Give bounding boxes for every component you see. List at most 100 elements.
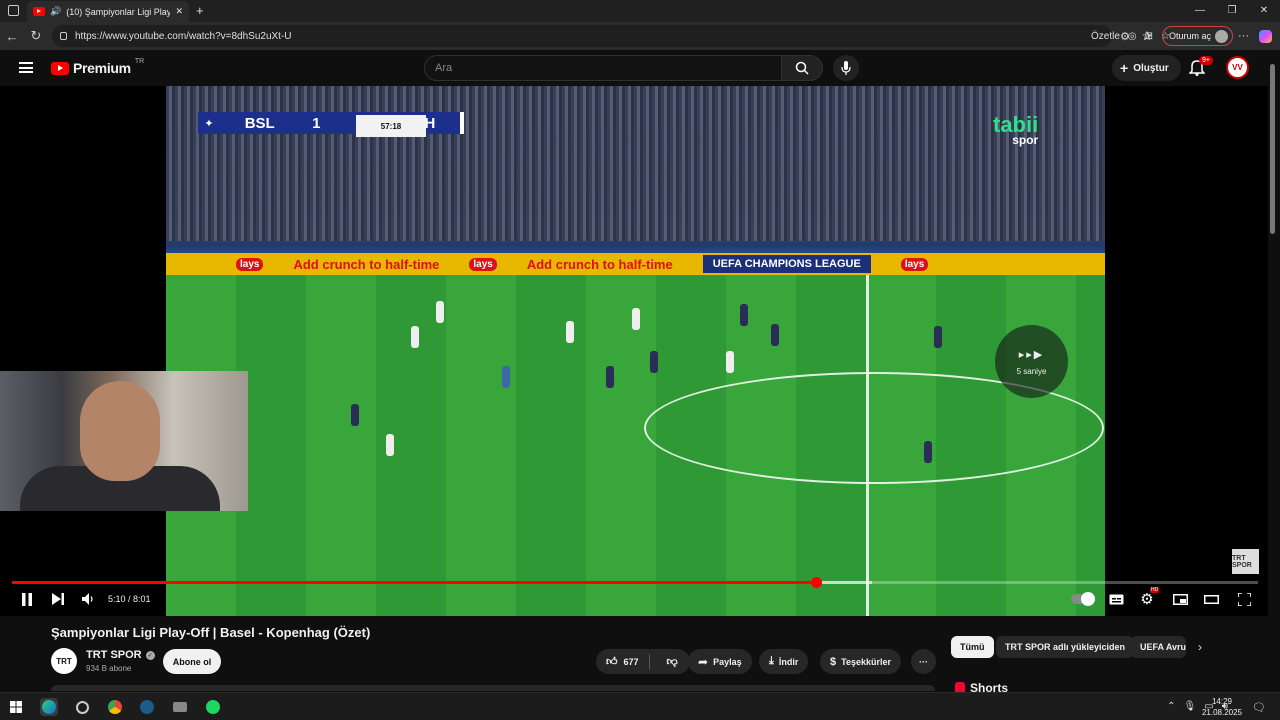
match-clock: 57:18 — [356, 115, 426, 137]
like-button[interactable]: 👍︎ 677 — [596, 653, 650, 670]
share-button[interactable]: ➦ Paylaş — [688, 649, 752, 674]
like-dislike-group: 👍︎ 677 👎︎ — [596, 649, 690, 674]
youtube-logo-icon — [51, 61, 69, 75]
search-input[interactable]: Ara — [424, 55, 782, 81]
reload-icon[interactable]: ↻ — [24, 28, 48, 44]
browser-menu-icon[interactable]: ··· — [1238, 30, 1249, 43]
url-actions: Özetle ◎ ⊞ ☆ — [1091, 25, 1170, 47]
description-box[interactable] — [51, 685, 935, 691]
edge-browser-icon[interactable] — [40, 698, 58, 716]
minimize-button[interactable]: — — [1184, 0, 1216, 22]
thanks-button[interactable]: $ Teşekkürler — [820, 649, 901, 674]
scrollbar-thumb[interactable] — [1270, 64, 1275, 234]
notification-badge: 9+ — [1199, 56, 1213, 65]
video-frame[interactable]: lays Add crunch to half-time lays Add cr… — [166, 86, 1105, 616]
ucl-ball-icon: ✦ — [198, 112, 220, 134]
subscribe-button[interactable]: Abone ol — [163, 649, 221, 674]
browser-tab-youtube[interactable]: 🔊 (10) Şampiyonlar Ligi Play-O ✕ — [27, 1, 189, 22]
settings-button[interactable]: ⚙ HD — [1138, 587, 1160, 608]
chip-from-uploader[interactable]: TRT SPOR adlı yükleyiciden — [996, 636, 1135, 658]
share-label: Paylaş — [713, 656, 742, 667]
signin-label: Oturum aç — [1169, 31, 1212, 41]
pause-icon — [22, 592, 32, 606]
footballer — [924, 441, 932, 463]
more-actions-button[interactable]: ··· — [911, 649, 936, 674]
scrubber-knob[interactable] — [810, 577, 822, 588]
download-label: İndir — [778, 656, 799, 667]
windows-start-icon[interactable] — [7, 698, 25, 716]
speaker-icon[interactable]: 🔊 — [50, 6, 61, 17]
chrome-icon[interactable] — [106, 698, 124, 716]
brand-name: Premium — [73, 60, 131, 76]
windows-taskbar: ⌃ 🎙︎ ▭ 🔊︎ 14:29 21.08.2025 🗨︎ — [0, 692, 1280, 720]
notification-center-icon[interactable]: 🗨︎ — [1252, 701, 1266, 714]
page-scrollbar[interactable] — [1268, 52, 1276, 690]
fullscreen-icon — [1237, 592, 1251, 606]
chip-all[interactable]: Tümü — [951, 636, 994, 658]
copilot-icon[interactable] — [1259, 30, 1272, 43]
video-player[interactable]: lays Add crunch to half-time lays Add cr… — [0, 86, 1268, 616]
signin-button[interactable]: Oturum aç — [1162, 26, 1234, 46]
clock-time: 14:29 — [1211, 697, 1232, 706]
window-controls: — ❐ ✕ — [1184, 0, 1280, 22]
subtitles-button[interactable] — [1107, 591, 1125, 607]
broadcaster-logo: tabii spor — [993, 112, 1038, 147]
theater-icon — [1203, 594, 1219, 604]
snipping-tool-icon[interactable] — [73, 698, 91, 716]
voice-search-button[interactable] — [833, 55, 859, 81]
ad-boards: lays Add crunch to half-time lays Add cr… — [166, 253, 1105, 275]
footballer — [386, 434, 394, 456]
home-team: BSL — [244, 114, 275, 132]
tab-actions-icon[interactable] — [8, 5, 19, 16]
search-button[interactable] — [781, 55, 823, 81]
next-button[interactable] — [49, 591, 67, 607]
tray-chevron-icon[interactable]: ⌃ — [1167, 701, 1175, 712]
progress-bar[interactable] — [12, 577, 1258, 588]
footballer — [726, 351, 734, 373]
theater-mode-button[interactable] — [1202, 591, 1220, 607]
webcam-overlay — [0, 371, 248, 511]
volume-button[interactable] — [79, 591, 97, 607]
menu-hamburger-icon[interactable] — [19, 62, 33, 73]
pause-button[interactable] — [18, 591, 36, 607]
lock-icon — [60, 32, 67, 40]
youtube-premium-logo[interactable]: Premium TR — [51, 58, 144, 76]
maximize-button[interactable]: ❐ — [1216, 0, 1248, 22]
fullscreen-button[interactable] — [1235, 591, 1253, 607]
summarize-label[interactable]: Özetle — [1091, 31, 1120, 42]
create-button[interactable]: + Oluştur — [1112, 55, 1181, 81]
channel-name-row[interactable]: TRT SPOR ✓ — [86, 649, 155, 661]
video-title: Şampiyonlar Ligi Play-Off | Basel - Kope… — [51, 625, 371, 640]
ad-text-1: Add crunch to half-time — [293, 256, 440, 272]
new-tab-icon[interactable]: + — [196, 3, 204, 18]
back-arrow-icon[interactable]: ← — [0, 29, 24, 44]
favorites-icon[interactable]: ✰ — [1142, 29, 1152, 43]
channel-avatar[interactable]: TRT — [51, 648, 77, 674]
plus-icon: + — [1120, 60, 1129, 76]
footballer — [436, 301, 444, 323]
url-text: https://www.youtube.com/watch?v=8dhSu2uX… — [75, 30, 292, 42]
notifications-button[interactable]: 9+ — [1188, 56, 1213, 78]
spotify-icon[interactable] — [204, 698, 222, 716]
chip-next-chevron-icon[interactable]: › — [1198, 640, 1202, 654]
miniplayer-button[interactable] — [1171, 591, 1189, 607]
chip-uefa[interactable]: UEFA Avru — [1131, 636, 1186, 658]
played-bar — [12, 581, 816, 584]
autoplay-toggle[interactable] — [1071, 592, 1095, 606]
tray-microphone-icon[interactable]: 🎙︎ — [1184, 701, 1197, 712]
ad-brand-2: lays — [469, 257, 497, 271]
download-button[interactable]: ⤓ İndir — [759, 649, 809, 674]
footballer — [740, 304, 748, 326]
share-arrow-icon: ➦ — [698, 654, 709, 669]
account-avatar[interactable]: VV — [1226, 56, 1249, 79]
app-icon[interactable] — [171, 698, 189, 716]
steam-icon[interactable] — [138, 698, 156, 716]
thumbs-up-icon: 👍︎ — [606, 656, 618, 668]
tab-close-icon[interactable]: ✕ — [175, 6, 183, 17]
close-window-button[interactable]: ✕ — [1248, 0, 1280, 22]
extensions-icon[interactable]: ⚙ — [1120, 30, 1130, 43]
taskbar-clock[interactable]: 14:29 21.08.2025 — [1202, 696, 1242, 718]
footballer — [566, 321, 574, 343]
url-field[interactable]: https://www.youtube.com/watch?v=8dhSu2uX… — [52, 25, 1112, 47]
dislike-button[interactable]: 👎︎ — [655, 655, 690, 668]
